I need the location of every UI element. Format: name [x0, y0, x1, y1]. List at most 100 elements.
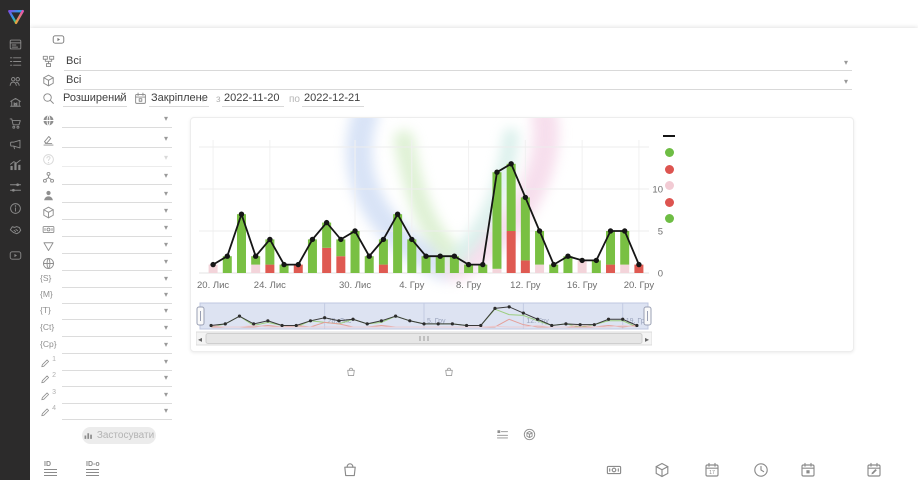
id-label: ID-o	[86, 461, 100, 468]
filter-select[interactable]	[62, 390, 172, 404]
scroll-right-button[interactable]: ▸	[645, 335, 649, 344]
filter-select[interactable]	[62, 290, 172, 304]
filter-select-row-3[interactable]: ▾	[40, 152, 190, 168]
filter-select-row-9[interactable]: ▾	[40, 256, 190, 272]
calendar-17-icon-17[interactable]: 17	[704, 462, 720, 480]
scroll-left-button[interactable]: ◂	[198, 335, 202, 344]
filter-select[interactable]	[62, 206, 172, 220]
legend-item-4[interactable]	[663, 178, 849, 195]
filter-select-row-12[interactable]: {T}▾	[40, 305, 190, 321]
legend-item-5[interactable]	[663, 194, 849, 211]
legend-item-2[interactable]	[663, 145, 849, 162]
chart-small-icon	[84, 431, 93, 440]
filter-select[interactable]	[62, 134, 172, 148]
filter-select[interactable]	[62, 274, 172, 288]
period-select[interactable]: Закріплене	[151, 92, 208, 104]
search-mode-select[interactable]: Розширений	[63, 92, 126, 104]
banknote-icon[interactable]	[606, 462, 622, 480]
chevron-down-icon: ▾	[164, 153, 168, 162]
filter-select-row-13[interactable]: {Ct}▾	[40, 322, 190, 338]
bag-icon[interactable]	[342, 462, 358, 480]
filter-select-row-6[interactable]: ▾	[40, 205, 190, 221]
filter-select-row-10[interactable]: {S}▾	[40, 273, 190, 289]
filter-select[interactable]	[62, 171, 172, 185]
sidebar-item-settings[interactable]	[0, 177, 30, 197]
sidebar-item-customers[interactable]	[0, 71, 30, 91]
filter-select[interactable]	[62, 373, 172, 387]
dashboard-icon	[9, 38, 22, 51]
filter-select-row-7[interactable]: ▾	[40, 222, 190, 238]
id-lines-icon-id-o[interactable]: ID-o	[86, 462, 100, 476]
chevron-down-icon: ▾	[164, 223, 168, 232]
filter-select[interactable]	[62, 357, 172, 371]
chain-select-value[interactable]: Всі	[66, 55, 81, 67]
sidebar-item-partners[interactable]	[0, 219, 30, 239]
chevron-down-icon: ▾	[164, 206, 168, 215]
filter-select[interactable]	[62, 306, 172, 320]
filter-select-row-1[interactable]: ▾	[40, 113, 190, 129]
sidebar-item-orders-list[interactable]	[0, 51, 30, 71]
chain-select-underline[interactable]	[64, 70, 852, 71]
calendar-edit-icon[interactable]	[866, 462, 882, 480]
legend-dot-swatch	[665, 181, 674, 190]
filter-select-row-15[interactable]: 1▾	[40, 356, 190, 372]
calendar-fixed-icon	[134, 92, 147, 105]
filter-select-row-17[interactable]: 3▾	[40, 389, 190, 405]
date-from-input[interactable]: 2022-11-20	[224, 92, 279, 104]
filter-select[interactable]	[62, 223, 172, 237]
sidebar-item-analytics[interactable]	[0, 155, 30, 175]
svg-text:17: 17	[709, 470, 715, 476]
product-select-underline[interactable]	[64, 89, 852, 90]
sidebar-item-company[interactable]	[0, 92, 30, 112]
filter-select[interactable]	[62, 153, 172, 167]
legend-item-1[interactable]	[663, 128, 849, 145]
date-to-input[interactable]: 2022-12-21	[304, 92, 360, 104]
settings-icon	[9, 181, 22, 194]
clock-icon[interactable]	[753, 462, 769, 480]
calendar-flag-icon[interactable]	[800, 462, 816, 480]
svg-text:4. Гру: 4. Гру	[399, 280, 424, 291]
list-compact-icon[interactable]	[496, 428, 509, 446]
svg-text:12. Гру: 12. Гру	[510, 280, 541, 291]
filter-select-row-16[interactable]: 2▾	[40, 372, 190, 388]
braces-label-icon: {Ct}	[40, 322, 56, 336]
filter-select[interactable]	[62, 323, 172, 337]
filter-select-row-14[interactable]: {Cp}▾	[40, 339, 190, 355]
chevron-down-icon: ▾	[164, 114, 168, 123]
filter-select-row-18[interactable]: 4▾	[40, 405, 190, 421]
logo-triangle-icon[interactable]	[7, 8, 25, 26]
filter-select-row-5[interactable]: ▾	[40, 188, 190, 204]
filter-select[interactable]	[62, 406, 172, 420]
legend-item-3[interactable]	[663, 161, 849, 178]
sidebar-item-info[interactable]	[0, 198, 30, 218]
id-label: ID	[44, 461, 51, 468]
legend-item-6[interactable]	[663, 211, 849, 228]
product-select-value[interactable]: Всі	[66, 74, 81, 86]
pencil-icon: 3	[40, 389, 56, 403]
filter-select[interactable]	[62, 340, 172, 354]
sidebar-item-sales-cart[interactable]	[0, 113, 30, 133]
svg-text:10: 10	[652, 185, 663, 196]
package-icon[interactable]	[654, 462, 670, 480]
video-tutorial-button[interactable]	[49, 32, 67, 47]
filter-select[interactable]	[62, 240, 172, 254]
filter-select-row-4[interactable]: ▾	[40, 170, 190, 186]
cube-circle-icon[interactable]	[523, 428, 536, 446]
chevron-down-icon: ▾	[164, 171, 168, 180]
banknote-icon	[40, 222, 56, 236]
filter-select[interactable]	[62, 257, 172, 271]
sidebar	[0, 0, 30, 480]
apply-button[interactable]: Застосувати	[82, 427, 156, 444]
filter-select-row-8[interactable]: ▾	[40, 239, 190, 255]
id-lines-icon-id[interactable]: ID	[44, 462, 57, 476]
filter-select[interactable]	[62, 114, 172, 128]
chevron-down-icon: ▾	[201, 95, 205, 104]
filter-select-row-11[interactable]: {M}▾	[40, 289, 190, 305]
globe-icon	[40, 256, 56, 270]
filter-select[interactable]	[62, 189, 172, 203]
chevron-down-icon: ▾	[164, 274, 168, 283]
filter-select-row-2[interactable]: ▾	[40, 133, 190, 149]
sidebar-item-video-lessons[interactable]	[0, 245, 30, 265]
sidebar-item-marketing[interactable]	[0, 134, 30, 154]
chart-navigator[interactable]: 28. Лис5. Гру12. Гру19. Гру◂▸	[196, 301, 652, 349]
